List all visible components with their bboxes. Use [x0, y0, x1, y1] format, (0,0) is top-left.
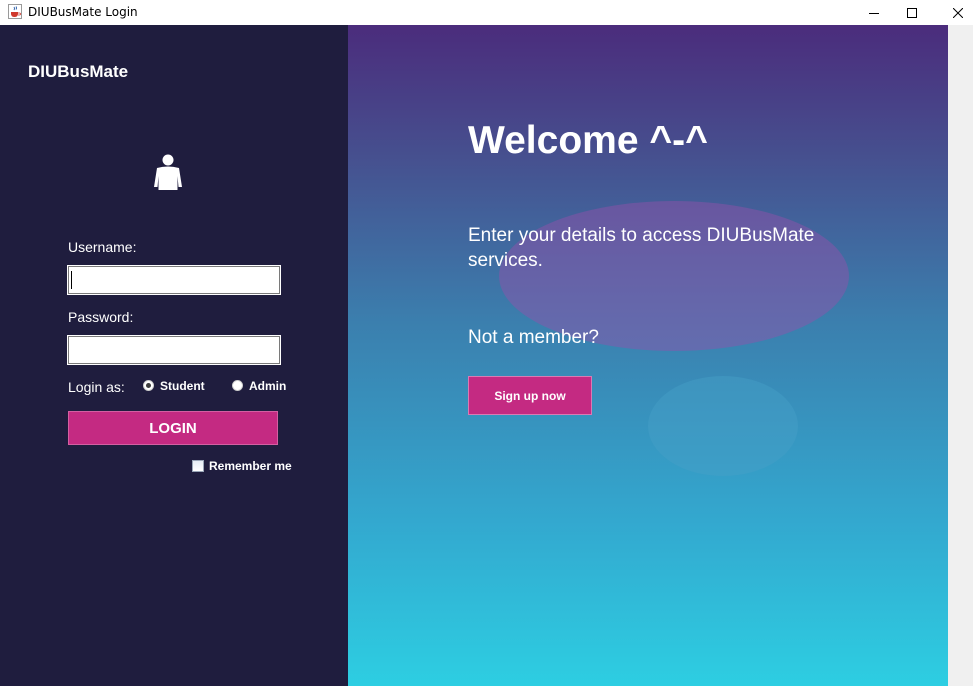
maximize-icon	[907, 7, 917, 18]
login-as-label: Login as:	[68, 379, 125, 395]
student-radio[interactable]	[143, 380, 154, 391]
login-panel: DIUBusMate Username: Password: Login as:…	[0, 25, 348, 686]
username-input[interactable]	[67, 265, 281, 295]
welcome-panel: Welcome ^-^ Enter your details to access…	[348, 25, 948, 686]
student-radio-label[interactable]: Student	[160, 379, 205, 393]
close-button[interactable]	[935, 0, 973, 25]
username-label: Username:	[68, 239, 137, 255]
remember-me-checkbox[interactable]	[192, 460, 204, 472]
login-button[interactable]: LOGIN	[68, 411, 278, 445]
window-edge	[948, 25, 973, 686]
user-icon	[154, 154, 182, 190]
title-bar[interactable]: DIUBusMate Login	[0, 0, 973, 25]
brand-name: DIUBusMate	[28, 62, 129, 81]
password-input[interactable]	[67, 335, 281, 365]
admin-radio[interactable]	[232, 380, 243, 391]
java-cup-icon	[8, 4, 22, 19]
minimize-icon	[869, 12, 879, 14]
maximize-button[interactable]	[889, 0, 935, 25]
remember-me-label[interactable]: Remember me	[209, 459, 292, 473]
password-label: Password:	[68, 309, 134, 325]
welcome-subtitle: Enter your details to access DIUBusMate …	[468, 225, 815, 271]
signup-button[interactable]: Sign up now	[468, 376, 592, 415]
welcome-heading: Welcome ^-^	[468, 119, 708, 162]
login-window: DIUBusMate Login DIUBusMate Username: Pa…	[0, 0, 973, 686]
window-title: DIUBusMate Login	[28, 5, 138, 19]
admin-radio-label[interactable]: Admin	[249, 379, 286, 393]
text-caret	[71, 271, 72, 289]
decorative-ellipse-small	[648, 376, 798, 476]
close-icon	[953, 7, 963, 18]
not-member-prompt: Not a member?	[468, 327, 599, 348]
